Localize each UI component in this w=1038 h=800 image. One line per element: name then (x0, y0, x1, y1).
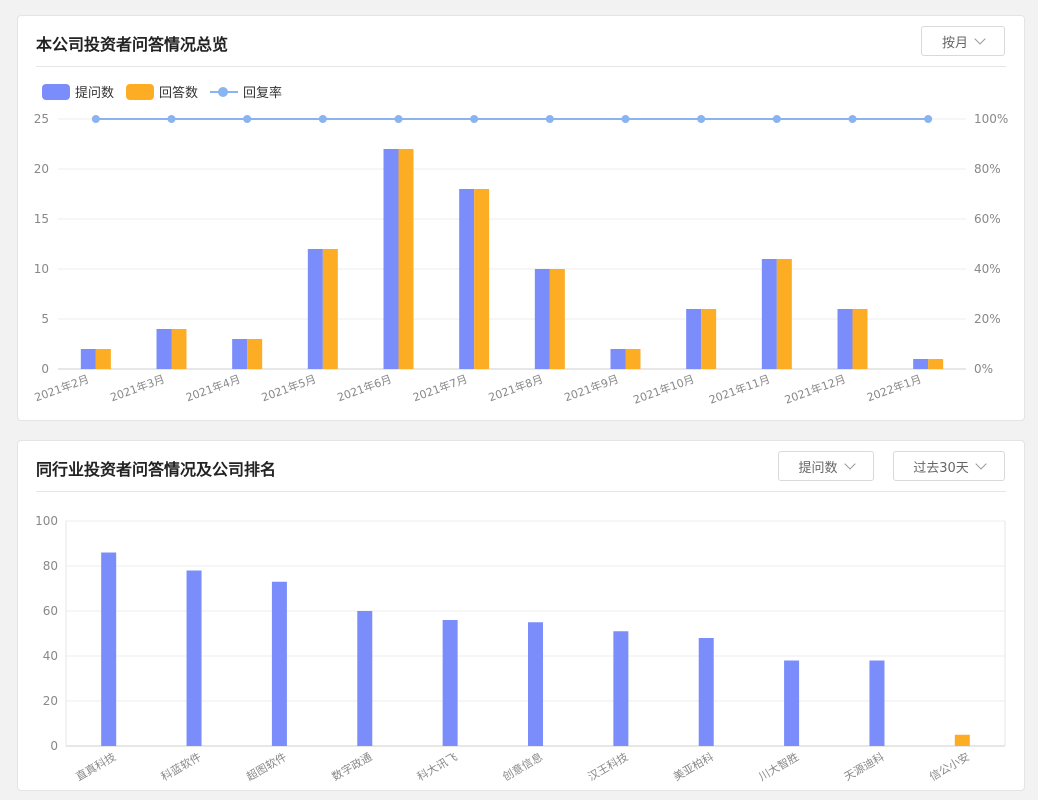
y-tick-label: 10 (34, 262, 49, 276)
rate-point (697, 115, 706, 123)
bar-answers (95, 349, 111, 369)
bar-questions (913, 359, 929, 369)
rate-point (545, 115, 554, 123)
bar-company (613, 631, 629, 746)
bar-answers (776, 259, 792, 369)
x-tick-label: 2021年10月 (631, 372, 696, 407)
x-tick-label: 天源迪科 (841, 749, 886, 783)
bar-company (186, 570, 202, 746)
bar-company (954, 734, 970, 746)
bar-questions (761, 259, 777, 369)
rate-point (243, 115, 252, 123)
rate-point (394, 115, 403, 123)
x-tick-label: 科大讯飞 (415, 749, 460, 783)
x-tick-label: 信公小安 (927, 749, 972, 783)
industry-ranking-chart: 0 20 40 60 80 100 直真科技 科蓝软件 超图软件 数字政通 科大讯飞 创意信息 汉王科技… (35, 514, 1006, 784)
bar-company (442, 620, 458, 746)
rate-point (470, 115, 479, 123)
x-tick-label: 2021年9月 (562, 372, 620, 405)
bar-answers (322, 249, 338, 369)
rate-point (848, 115, 857, 123)
bar-questions (232, 339, 248, 369)
bar-answers (474, 189, 490, 369)
bar-questions (383, 149, 399, 369)
y-tick-label: 15 (34, 212, 49, 226)
bar-questions (610, 349, 626, 369)
bar-questions (156, 329, 172, 369)
x-tick-label: 2021年11月 (707, 372, 772, 407)
bar-questions (837, 309, 853, 369)
y-tick-label: 100 (35, 514, 58, 528)
y-tick-label: 25 (34, 112, 49, 126)
bar-answers (398, 149, 414, 369)
bar-company (101, 552, 117, 746)
bar-answers (625, 349, 641, 369)
company-qa-overview-panel: 本公司投资者问答情况总览 按月 提问数 回答数 回复率 0 0% 5 20% 10 40%… (17, 15, 1025, 421)
rate-point (91, 115, 100, 123)
y-tick-label: 60 (43, 604, 58, 618)
y-tick-label: 80 (43, 559, 58, 573)
industry-ranking-panel: 同行业投资者问答情况及公司排名 提问数 过去30天 0 20 40 60 80 100 直真… (17, 440, 1025, 791)
bar-questions (80, 349, 96, 369)
rate-point (772, 115, 781, 123)
x-tick-label: 2021年5月 (260, 372, 318, 405)
bar-answers (701, 309, 717, 369)
bar-answers (247, 339, 263, 369)
y-tick-label: 0 (50, 739, 58, 753)
bar-questions (534, 269, 550, 369)
bar-company (869, 660, 885, 746)
x-tick-label: 汉王科技 (585, 749, 630, 783)
y2-tick-label: 0% (974, 362, 993, 376)
y-tick-label: 20 (34, 162, 49, 176)
bar-company (357, 611, 373, 746)
x-tick-label: 2021年8月 (487, 372, 545, 405)
rate-point (318, 115, 327, 123)
bar-answers (852, 309, 868, 369)
y-tick-label: 0 (41, 362, 49, 376)
bar-company (271, 581, 287, 746)
x-tick-label: 2021年12月 (783, 372, 848, 407)
bar-answers (928, 359, 944, 369)
x-tick-label: 2021年2月 (33, 372, 91, 405)
y2-tick-label: 100% (974, 112, 1008, 126)
bar-answers (171, 329, 187, 369)
y2-tick-label: 40% (974, 262, 1001, 276)
x-tick-label: 美亚柏科 (671, 749, 716, 783)
rate-point (924, 115, 933, 123)
x-tick-label: 2021年3月 (108, 372, 166, 405)
y2-tick-label: 60% (974, 212, 1001, 226)
y-tick-label: 20 (43, 694, 58, 708)
x-tick-label: 数字政通 (329, 749, 374, 783)
bar-questions (459, 189, 475, 369)
y2-tick-label: 20% (974, 312, 1001, 326)
x-tick-label: 川大智胜 (756, 749, 801, 783)
x-tick-label: 2021年4月 (184, 372, 242, 405)
rate-point (621, 115, 630, 123)
bar-company (784, 660, 800, 746)
y-tick-label: 5 (41, 312, 49, 326)
x-tick-label: 2021年6月 (335, 372, 393, 405)
bar-questions (686, 309, 702, 369)
bar-questions (307, 249, 323, 369)
x-tick-label: 超图软件 (244, 749, 289, 783)
x-tick-label: 2022年1月 (865, 372, 923, 405)
bar-answers (549, 269, 565, 369)
y2-tick-label: 80% (974, 162, 1001, 176)
bar-company (698, 638, 714, 746)
rate-point (167, 115, 176, 123)
x-tick-label: 2021年7月 (411, 372, 469, 405)
x-tick-label: 创意信息 (500, 749, 545, 783)
monthly-qa-chart: 0 0% 5 20% 10 40% 15 60% 20 80% 25 100% 2021年2月 2021年… (33, 112, 1009, 407)
bar-company (528, 622, 543, 746)
x-tick-label: 科蓝软件 (158, 749, 203, 783)
y-tick-label: 40 (43, 649, 58, 663)
x-tick-label: 直真科技 (73, 749, 118, 783)
